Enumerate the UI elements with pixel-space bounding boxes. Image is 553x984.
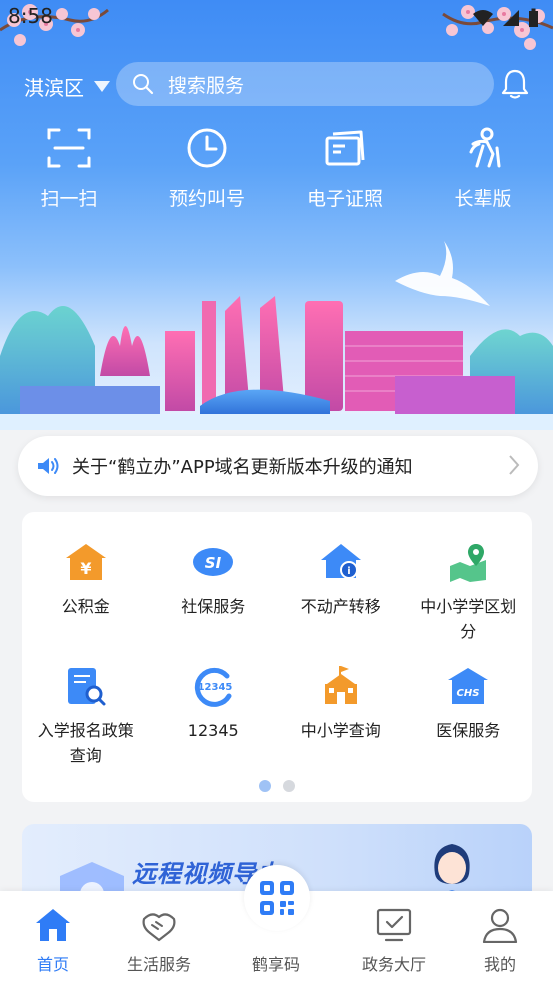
bell-icon[interactable] (500, 68, 530, 100)
service-label: 12345 (187, 721, 239, 740)
pager-dot-active[interactable] (259, 780, 271, 792)
district-selector[interactable]: 淇滨区 (24, 72, 110, 101)
svg-text:¥: ¥ (80, 559, 91, 578)
speaker-icon (38, 458, 59, 474)
quick-label: 电子证照 (306, 188, 383, 210)
bottom-tab-bar: 首页 生活服务 鹤享码 政务大厅 我的 (0, 865, 553, 984)
services-grid: ¥ 公积金 SI 社保服务 i 不动产转移 中小学学区划分 入学报名政策查询 1… (22, 512, 532, 788)
service-label: 中小学查询 (300, 721, 381, 740)
search-icon (133, 74, 154, 95)
service-housing-fund[interactable]: ¥ 公积金 (22, 540, 150, 664)
medical-insurance-icon: CHS (448, 668, 489, 704)
services-card: ¥ 公积金 SI 社保服务 i 不动产转移 中小学学区划分 入学报名政策查询 1… (22, 512, 532, 802)
social-security-icon: SI (193, 548, 234, 576)
service-school-query[interactable]: 中小学查询 (277, 664, 405, 788)
quick-appointment[interactable]: 预约叫号 (138, 124, 276, 214)
service-real-estate[interactable]: i 不动产转移 (277, 540, 405, 664)
service-12345[interactable]: 12345 12345 (150, 664, 278, 788)
quick-e-license[interactable]: 电子证照 (276, 124, 414, 214)
doc-search-icon (67, 668, 106, 706)
user-icon (482, 908, 518, 943)
clock-icon (187, 128, 227, 168)
service-enrollment-policy[interactable]: 入学报名政策查询 (22, 664, 150, 788)
service-medical-insurance[interactable]: CHS 医保服务 (405, 664, 533, 788)
tab-label: 我的 (483, 955, 516, 974)
hero-header: 8:58 淇滨区 搜索服务 扫一扫 预约叫号 电子证照 长辈版 (0, 0, 553, 430)
monitor-check-icon (376, 908, 412, 942)
quick-label: 长辈版 (454, 188, 512, 210)
wifi-icon (473, 10, 493, 26)
status-time: 8:58 (8, 4, 53, 28)
service-label: 公积金 (61, 597, 110, 616)
housing-fund-icon: ¥ (65, 544, 106, 580)
service-label: 不动产转移 (300, 597, 381, 616)
tab-label: 鹤享码 (251, 955, 300, 974)
pager-dot[interactable] (283, 780, 295, 792)
service-social-security[interactable]: SI 社保服务 (150, 540, 278, 664)
school-icon (324, 666, 357, 704)
chevron-right-icon (509, 455, 520, 475)
home-icon (36, 909, 70, 941)
status-icons (472, 8, 539, 28)
tab-label: 政务大厅 (361, 955, 426, 974)
svg-text:SI: SI (205, 554, 222, 572)
scan-icon (47, 128, 91, 168)
hotline-12345-icon: 12345 (195, 667, 233, 707)
city-skyline-illustration (0, 241, 553, 430)
elder-icon (469, 127, 501, 168)
service-label: 中小学学区划分 (420, 597, 517, 641)
tab-mine[interactable]: 我的 (445, 907, 553, 975)
service-label: 入学报名政策查询 (37, 721, 134, 765)
quick-label: 预约叫号 (168, 188, 245, 210)
pager-dots (22, 780, 532, 792)
cards-icon (325, 130, 365, 166)
top-bar: 淇滨区 搜索服务 (0, 60, 553, 108)
service-school-district[interactable]: 中小学学区划分 (405, 540, 533, 664)
quick-actions: 扫一扫 预约叫号 电子证照 长辈版 (0, 124, 553, 214)
quick-scan[interactable]: 扫一扫 (0, 124, 138, 214)
tab-life-services[interactable]: 生活服务 (104, 907, 214, 975)
battery-icon (529, 8, 538, 27)
service-label: 医保服务 (436, 721, 501, 740)
tab-home[interactable]: 首页 (0, 907, 108, 975)
service-label: 社保服务 (181, 597, 246, 616)
signal-icon (503, 10, 519, 26)
map-pin-icon (450, 544, 487, 582)
search-input[interactable]: 搜索服务 (116, 62, 494, 106)
svg-text:12345: 12345 (198, 682, 233, 693)
notice-bar[interactable]: 关于“鹤立办”APP域名更新版本升级的通知 (18, 436, 538, 496)
svg-text:CHS: CHS (457, 688, 480, 699)
tab-qr-code[interactable]: 鹤享码 (221, 907, 331, 975)
tab-label: 首页 (36, 955, 69, 974)
real-estate-icon: i (320, 544, 361, 579)
handshake-icon (142, 913, 176, 942)
quick-elder-mode[interactable]: 长辈版 (414, 124, 552, 214)
search-placeholder: 搜索服务 (168, 74, 245, 97)
svg-text:i: i (347, 566, 350, 577)
quick-label: 扫一扫 (40, 188, 98, 210)
chevron-down-icon (94, 81, 110, 92)
tab-label: 生活服务 (126, 955, 191, 974)
district-label: 淇滨区 (24, 76, 84, 100)
tab-gov-hall[interactable]: 政务大厅 (339, 907, 449, 975)
notice-text: 关于“鹤立办”APP域名更新版本升级的通知 (72, 457, 413, 478)
